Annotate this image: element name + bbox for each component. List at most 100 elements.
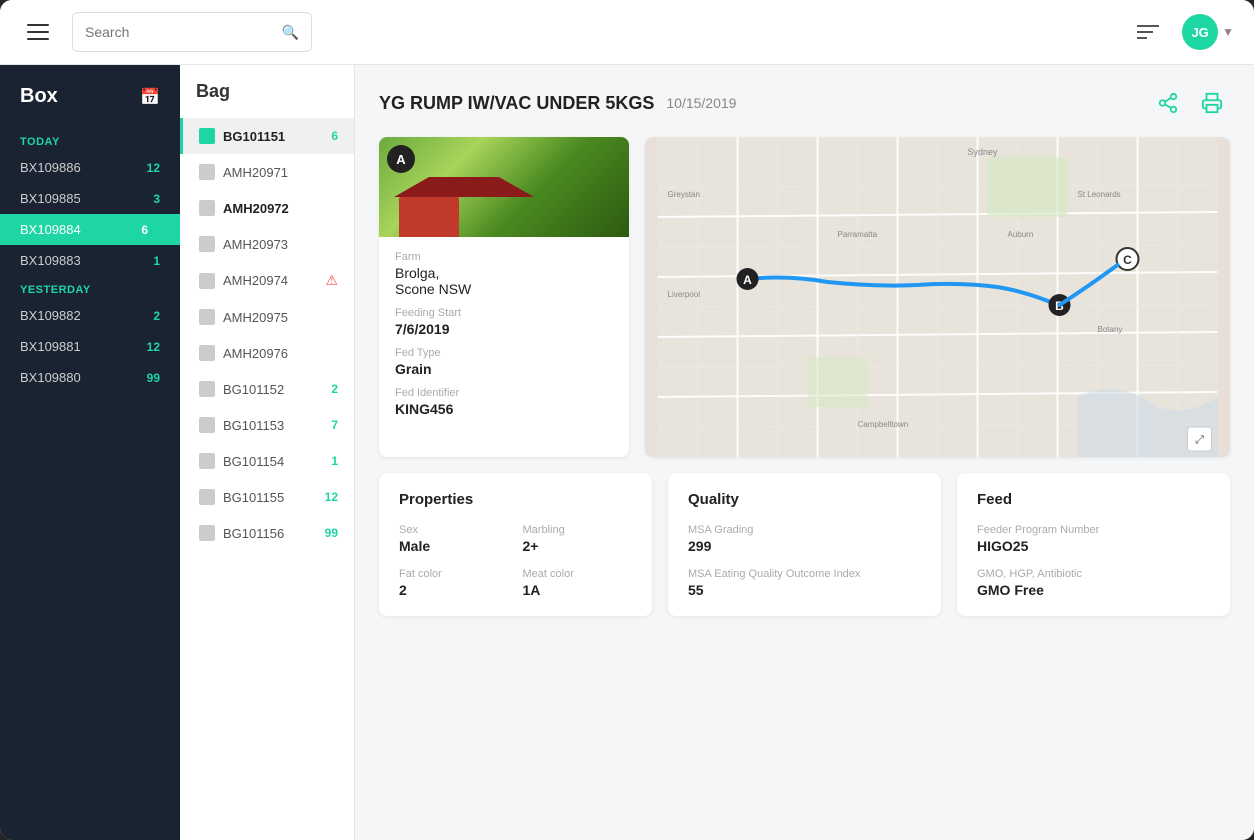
sidebar-badge: 12 — [140, 161, 160, 175]
feeding-start-value: 7/6/2019 — [395, 321, 613, 337]
bag-item-bg101154[interactable]: BG101154 1 — [180, 443, 354, 479]
avatar[interactable]: JG — [1182, 14, 1218, 50]
sidebar-item-bx109882[interactable]: BX109882 2 — [0, 300, 180, 331]
user-chevron-icon[interactable]: ▼ — [1222, 25, 1234, 39]
marbling-value: 2+ — [523, 538, 633, 554]
sidebar-item-bx109880[interactable]: BX109880 99 — [0, 362, 180, 393]
calendar-icon[interactable]: 📅 — [140, 87, 160, 107]
bag-item-amh20973[interactable]: AMH20973 — [180, 226, 354, 262]
page-title: YG RUMP IW/VAC UNDER 5KGS — [379, 93, 654, 114]
bag-item-amh20975[interactable]: AMH20975 — [180, 299, 354, 335]
fed-id-label: Fed Identifier — [395, 387, 613, 399]
gmo-value: GMO Free — [977, 582, 1210, 598]
bag-item-bg101155[interactable]: BG101155 12 — [180, 479, 354, 515]
svg-text:Campbelltown: Campbelltown — [858, 420, 909, 429]
marbling-label: Marbling — [523, 524, 633, 536]
eating-value: 55 — [688, 582, 921, 598]
header: 🔍 JG ▼ — [0, 0, 1254, 65]
farm-marker-a: A — [387, 145, 415, 173]
bag-icon-gray — [199, 525, 215, 541]
bag-title: Bag — [180, 81, 354, 118]
filter-button[interactable] — [1130, 14, 1166, 50]
main-header: YG RUMP IW/VAC UNDER 5KGS 10/15/2019 — [379, 85, 1230, 121]
fed-id-value: KING456 — [395, 401, 613, 417]
middle-panel: Bag BG101151 6 AMH20971 AMH20972 — [180, 65, 355, 840]
today-label: Today — [0, 128, 180, 152]
farm-card: A Farm Brolga, Scone NSW Feeding Start 7… — [379, 137, 629, 457]
menu-button[interactable] — [20, 14, 56, 50]
bag-icon-gray — [199, 453, 215, 469]
fat-color-field: Fat color 2 — [399, 568, 509, 598]
bag-item-bg101151[interactable]: BG101151 6 — [180, 118, 354, 154]
bag-item-bg101156[interactable]: BG101156 99 — [180, 515, 354, 551]
main-date: 10/15/2019 — [666, 95, 736, 111]
sidebar-item-bx109886[interactable]: BX109886 12 — [0, 152, 180, 183]
fed-type-label: Fed Type — [395, 347, 613, 359]
gmo-label: GMO, HGP, Antibiotic — [977, 568, 1210, 580]
main-content: YG RUMP IW/VAC UNDER 5KGS 10/15/2019 — [355, 65, 1254, 840]
print-button[interactable] — [1194, 85, 1230, 121]
quality-title: Quality — [688, 491, 921, 508]
bag-badge: 12 — [325, 490, 338, 504]
bag-item-label: BG101156 — [223, 526, 284, 541]
bag-badge: 1 — [331, 454, 338, 468]
bag-item-label: BG101153 — [223, 418, 284, 433]
sidebar-badge: 3 — [140, 192, 160, 206]
bag-item-label: BG101154 — [223, 454, 284, 469]
bag-item-amh20974[interactable]: AMH20974 ⚠ — [180, 262, 354, 299]
farm-card-header: A — [379, 137, 629, 237]
bag-badge: 6 — [331, 129, 338, 143]
sidebar-badge: 1 — [140, 254, 160, 268]
app-window: 🔍 JG ▼ Box 📅 Today BX109886 12 — [0, 0, 1254, 840]
sidebar-item-bx109883[interactable]: BX109883 1 — [0, 245, 180, 276]
bottom-cards: Properties Sex Male Marbling 2+ Fat colo… — [379, 473, 1230, 616]
bag-item-label: AMH20976 — [223, 346, 288, 361]
svg-text:⤢: ⤢ — [1195, 434, 1204, 446]
bag-item-label: BG101155 — [223, 490, 284, 505]
fat-color-value: 2 — [399, 582, 509, 598]
app-body: Box 📅 Today BX109886 12 BX109885 3 BX109… — [0, 65, 1254, 840]
card-map-row: A Farm Brolga, Scone NSW Feeding Start 7… — [379, 137, 1230, 457]
share-button[interactable] — [1150, 85, 1186, 121]
bag-item-amh20971[interactable]: AMH20971 — [180, 154, 354, 190]
farm-info: Farm Brolga, Scone NSW Feeding Start 7/6… — [379, 237, 629, 457]
sidebar-item-bx109884[interactable]: BX109884 6 — [0, 214, 180, 245]
properties-card: Properties Sex Male Marbling 2+ Fat colo… — [379, 473, 652, 616]
svg-text:Botany: Botany — [1098, 325, 1123, 334]
meat-color-field: Meat color 1A — [523, 568, 633, 598]
meat-color-value: 1A — [523, 582, 633, 598]
farm-name: Brolga, Scone NSW — [395, 265, 613, 297]
bag-badge: 7 — [331, 418, 338, 432]
bag-item-label: BG101151 — [223, 129, 285, 144]
search-icon[interactable]: 🔍 — [282, 24, 299, 41]
search-bar: 🔍 — [72, 12, 312, 52]
marbling-field: Marbling 2+ — [523, 524, 633, 554]
sidebar-item-bx109881[interactable]: BX109881 12 — [0, 331, 180, 362]
svg-text:St Leonards: St Leonards — [1078, 190, 1121, 199]
main-actions — [1150, 85, 1230, 121]
search-input[interactable] — [85, 24, 282, 40]
feeding-start-label: Feeding Start — [395, 307, 613, 319]
msa-label: MSA Grading — [688, 524, 921, 536]
svg-text:Parramatta: Parramatta — [838, 230, 878, 239]
sex-value: Male — [399, 538, 509, 554]
fat-color-label: Fat color — [399, 568, 509, 580]
map-area[interactable]: A B C Sydney St Leonards Greystan Liv — [645, 137, 1230, 457]
farm-image — [379, 137, 629, 237]
meat-color-label: Meat color — [523, 568, 633, 580]
bag-item-bg101153[interactable]: BG101153 7 — [180, 407, 354, 443]
bag-item-amh20976[interactable]: AMH20976 — [180, 335, 354, 371]
svg-text:Sydney: Sydney — [968, 147, 999, 157]
sex-label: Sex — [399, 524, 509, 536]
yesterday-label: Yesterday — [0, 276, 180, 300]
bag-item-bg101152[interactable]: BG101152 2 — [180, 371, 354, 407]
svg-text:Greystan: Greystan — [668, 190, 700, 199]
sidebar-badge: 99 — [140, 371, 160, 385]
feeder-value: HIGO25 — [977, 538, 1210, 554]
bag-icon-gray — [199, 164, 215, 180]
bag-item-amh20972[interactable]: AMH20972 — [180, 190, 354, 226]
svg-text:Auburn: Auburn — [1008, 230, 1034, 239]
bag-icon-gray — [199, 273, 215, 289]
sidebar-item-label: BX109884 — [20, 222, 128, 237]
sidebar-item-bx109885[interactable]: BX109885 3 — [0, 183, 180, 214]
